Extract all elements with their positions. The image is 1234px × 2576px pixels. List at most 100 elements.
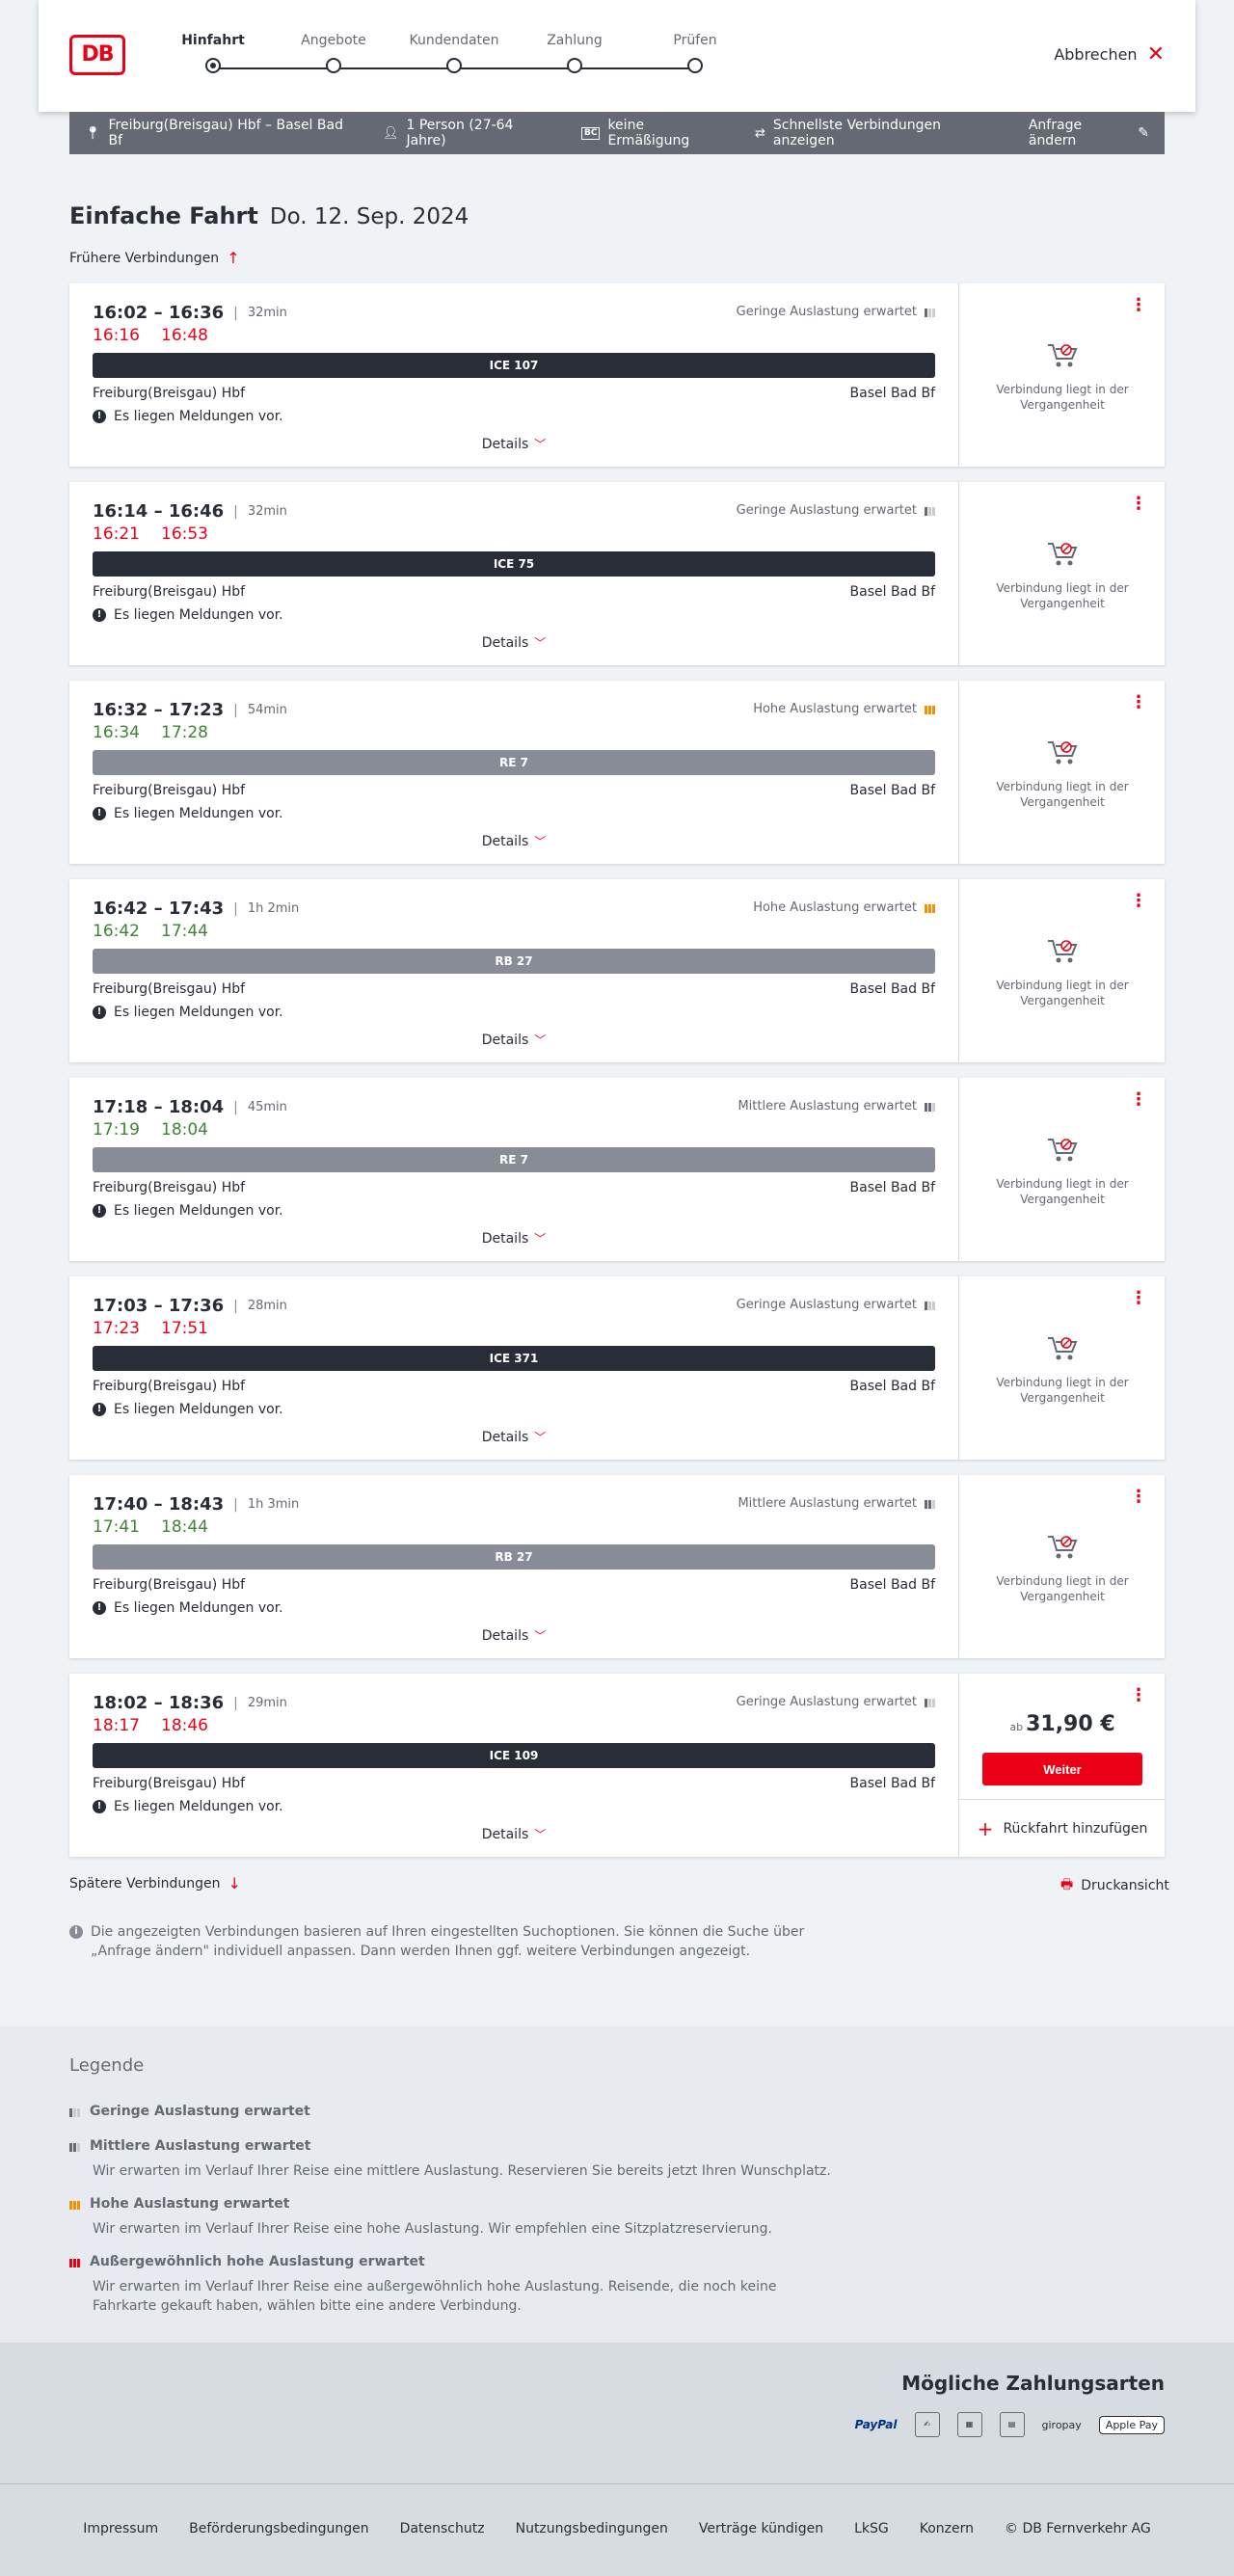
details-toggle[interactable]: Details ﹀ [93, 1032, 935, 1048]
details-toggle[interactable]: Details ﹀ [93, 1627, 935, 1644]
later-label: Spätere Verbindungen [69, 1875, 221, 1892]
train-bar[interactable]: RE 7 [93, 1147, 935, 1172]
more-options-icon[interactable]: ⋮ [1130, 694, 1147, 711]
connection-offer: ⋮ Verbindung liegt in der Vergangenheit [958, 283, 1165, 467]
connection-main: 18:02 – 18:36 | 29min 18:17 18:46 Gering… [93, 1674, 935, 1857]
step-angebote: Angebote [285, 33, 382, 73]
notice-row[interactable]: ! Es liegen Meldungen vor. [93, 1600, 283, 1616]
occupancy-indicator: Geringe Auslastung erwartet [737, 1298, 935, 1312]
train-bar[interactable]: RB 27 [93, 949, 935, 974]
separator: | [233, 1496, 238, 1513]
footer-link-impressum[interactable]: Impressum [83, 2521, 158, 2536]
destination-station: Basel Bad Bf [849, 783, 935, 798]
connection-card[interactable]: 17:40 – 18:43 | 1h 3min 17:41 18:44 Mitt… [69, 1475, 1165, 1658]
legend-item-title: Hohe Auslastung erwartet [90, 2196, 290, 2212]
notice-row[interactable]: ! Es liegen Meldungen vor. [93, 409, 283, 424]
details-toggle[interactable]: Details ﹀ [93, 436, 935, 452]
train-bar[interactable]: ICE 109 [93, 1743, 935, 1768]
notice-text: Es liegen Meldungen vor. [114, 806, 283, 821]
realtime-departure: 18:17 [93, 1716, 140, 1735]
connection-card[interactable]: 16:14 – 16:46 | 32min 16:21 16:53 Gering… [69, 482, 1165, 665]
connection-times: 17:40 – 18:43 | 1h 3min [93, 1494, 299, 1515]
details-label: Details [481, 1033, 529, 1048]
occupancy-text: Geringe Auslastung erwartet [736, 503, 917, 518]
train-bar[interactable]: ICE 75 [93, 551, 935, 577]
route-text: Freiburg(Breisgau) Hbf – Basel Bad Bf [108, 118, 343, 148]
footer-link-konzern[interactable]: Konzern [920, 2521, 974, 2536]
change-request-button[interactable]: Anfrage ändern ✎ [1029, 118, 1149, 148]
footer-links: Impressum Beförderungsbedingungen Datens… [0, 2521, 1234, 2536]
details-toggle[interactable]: Details ﹀ [93, 1429, 935, 1445]
footer-link-datenschutz[interactable]: Datenschutz [400, 2521, 485, 2536]
train-bar[interactable]: RE 7 [93, 750, 935, 775]
realtime-times: 16:34 17:28 [93, 723, 208, 742]
realtime-departure: 17:41 [93, 1517, 140, 1537]
location-pin-icon: 📍︎ [85, 125, 101, 141]
details-toggle[interactable]: Details ﹀ [93, 1230, 935, 1247]
notice-row[interactable]: ! Es liegen Meldungen vor. [93, 1005, 283, 1020]
train-bar[interactable]: ICE 107 [93, 353, 935, 378]
connection-card[interactable]: 17:18 – 18:04 | 45min 17:19 18:04 Mittle… [69, 1078, 1165, 1261]
notice-row[interactable]: ! Es liegen Meldungen vor. [93, 1402, 283, 1417]
continue-button[interactable]: Weiter [982, 1753, 1142, 1785]
realtime-departure: 16:21 [93, 524, 140, 544]
earlier-connections-link[interactable]: Frühere Verbindungen ↑ [69, 249, 240, 267]
step-label: Angebote [301, 33, 366, 48]
details-toggle[interactable]: Details ﹀ [93, 634, 935, 651]
occupancy-text: Mittlere Auslastung erwartet [738, 1496, 917, 1511]
later-connections-link[interactable]: Spätere Verbindungen ↓ [69, 1874, 241, 1892]
connection-card[interactable]: 16:02 – 16:36 | 32min 16:16 16:48 Gering… [69, 283, 1165, 467]
details-toggle[interactable]: Details ﹀ [93, 833, 935, 849]
print-view-link[interactable]: 🖶 Druckansicht [1060, 1874, 1169, 1897]
chevron-down-icon: ﹀ [534, 1629, 547, 1643]
details-label: Details [481, 635, 529, 651]
notice-text: Es liegen Meldungen vor. [114, 1600, 283, 1616]
chevron-down-icon: ﹀ [534, 1232, 547, 1246]
destination-station: Basel Bad Bf [849, 981, 935, 997]
fastest-toggle[interactable]: ⇄ Schnellste Verbindungen anzeigen [755, 118, 1000, 148]
chevron-down-icon: ﹀ [534, 1033, 547, 1047]
past-connection-notice: Verbindung liegt in der Vergangenheit [959, 1332, 1166, 1406]
more-options-icon[interactable]: ⋮ [1130, 496, 1147, 513]
notice-row[interactable]: ! Es liegen Meldungen vor. [93, 1799, 283, 1814]
train-bar[interactable]: ICE 371 [93, 1346, 935, 1371]
cancel-button[interactable]: Abbrechen ✕ [1054, 43, 1165, 65]
swap-arrows-icon: ⇄ [755, 125, 765, 141]
footer-link-kuendigen[interactable]: Verträge kündigen [699, 2521, 823, 2536]
details-toggle[interactable]: Details ﹀ [93, 1826, 935, 1842]
more-options-icon[interactable]: ⋮ [1130, 1091, 1147, 1109]
connection-card[interactable]: 16:32 – 17:23 | 54min 16:34 17:28 Hohe A… [69, 681, 1165, 864]
connection-main: 16:14 – 16:46 | 32min 16:21 16:53 Gering… [93, 482, 935, 665]
more-options-icon[interactable]: ⋮ [1130, 1687, 1147, 1704]
occupancy-icon [925, 704, 935, 714]
past-connection-notice: Verbindung liegt in der Vergangenheit [959, 1531, 1166, 1604]
connection-card[interactable]: 18:02 – 18:36 | 29min 18:17 18:46 Gering… [69, 1674, 1166, 1857]
more-options-icon[interactable]: ⋮ [1130, 297, 1147, 314]
applepay-logo: Apple Pay [1098, 2415, 1165, 2434]
header-card: DB Hinfahrt Angebote Kundendaten Zahlung… [39, 0, 1195, 112]
passenger-text: 1 Person (27-64 Jahre) [406, 118, 514, 148]
train-bar[interactable]: RB 27 [93, 1544, 935, 1570]
occupancy-mid-icon [69, 2141, 80, 2152]
separator: | [233, 1695, 238, 1711]
footer-link-lksg[interactable]: LkSG [854, 2521, 889, 2536]
more-options-icon[interactable]: ⋮ [1130, 1489, 1147, 1506]
more-options-icon[interactable]: ⋮ [1130, 893, 1147, 910]
footer-link-befoerderung[interactable]: Beförderungsbedingungen [189, 2521, 369, 2536]
more-options-icon[interactable]: ⋮ [1130, 1290, 1147, 1307]
realtime-departure: 16:16 [93, 326, 140, 345]
notice-row[interactable]: ! Es liegen Meldungen vor. [93, 806, 283, 821]
notice-row[interactable]: ! Es liegen Meldungen vor. [93, 607, 283, 623]
stations-row: Freiburg(Breisgau) Hbf Basel Bad Bf [93, 386, 935, 401]
realtime-times: 18:17 18:46 [93, 1716, 208, 1735]
footer-link-nutzung[interactable]: Nutzungsbedingungen [516, 2521, 668, 2536]
add-return-trip-button[interactable]: + Rückfahrt hinzufügen [959, 1799, 1166, 1857]
connection-card[interactable]: 16:42 – 17:43 | 1h 2min 16:42 17:44 Hohe… [69, 879, 1165, 1062]
step-pruefen: Prüfen [647, 33, 743, 73]
chevron-down-icon: ﹀ [534, 1828, 547, 1841]
connection-offer: ⋮ Verbindung liegt in der Vergangenheit [958, 1276, 1165, 1460]
notice-row[interactable]: ! Es liegen Meldungen vor. [93, 1203, 283, 1219]
connection-card[interactable]: 17:03 – 17:36 | 28min 17:23 17:51 Gering… [69, 1276, 1165, 1460]
db-logo[interactable]: DB [69, 35, 125, 75]
scheduled-times: 16:42 – 17:43 [93, 899, 225, 919]
